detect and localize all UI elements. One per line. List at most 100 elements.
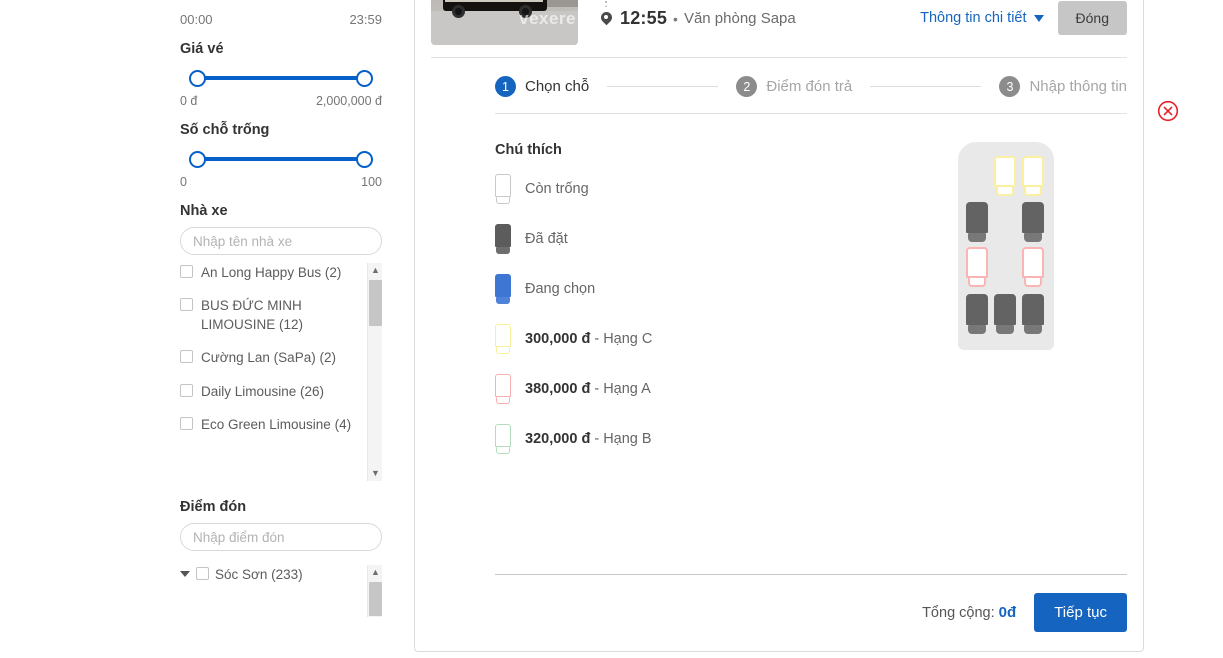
seats-slider-knob-max[interactable] — [356, 151, 373, 168]
seat-r2-c1 — [966, 202, 988, 242]
operator-label: BUS ĐỨC MINH LIMOUSINE (12) — [201, 298, 304, 333]
scrollbar-thumb[interactable] — [369, 582, 382, 616]
pickup-label: Sóc Sơn (233) — [215, 567, 303, 582]
seats-filter-title: Số chỗ trống — [180, 122, 270, 138]
seat-class-c-icon — [495, 324, 511, 354]
legend-label: - Hạng C — [594, 331, 653, 347]
operator-search-input[interactable] — [180, 227, 382, 255]
seats-slider-labels: 0 100 — [180, 175, 382, 189]
seat-r1-c3[interactable] — [1022, 156, 1044, 196]
watermark-text: vexere — [519, 9, 576, 28]
price-max-label: 2,000,000 đ — [315, 94, 382, 108]
scroll-down-icon[interactable]: ▼ — [368, 466, 383, 481]
seat-r3-c1[interactable] — [966, 247, 988, 287]
step-1[interactable]: 1 Chọn chỗ — [495, 76, 589, 97]
legend-item-available: Còn trống — [495, 174, 885, 204]
destination-pin-icon — [598, 12, 614, 26]
legend-price: 380,000 đ — [525, 381, 591, 397]
trip-booking-card: vexere 07:00 • Văn phòng Hà Nội 5h55m 12… — [414, 0, 1179, 652]
operator-label: Eco Green Limousine (4) — [201, 416, 352, 432]
price-slider-track — [194, 76, 368, 80]
list-item[interactable]: Eco Green Limousine (4) — [180, 415, 360, 434]
checkbox-icon[interactable] — [180, 383, 193, 397]
bus-seat-layout — [958, 142, 1054, 350]
list-item[interactable]: Sóc Sơn (233) — [180, 565, 360, 584]
list-item[interactable]: Daily Limousine (26) — [180, 382, 360, 401]
seat-r4-c2 — [994, 294, 1016, 334]
route-dots-icon — [598, 0, 614, 8]
price-slider[interactable] — [180, 65, 382, 91]
price-slider-labels: 0 đ 2,000,000 đ — [180, 94, 382, 108]
booking-footer: Tổng cộng: 0đ Tiếp tục — [922, 593, 1127, 632]
close-button[interactable]: Đóng — [1057, 1, 1127, 35]
bus-wheel-front — [452, 5, 465, 18]
chevron-down-icon[interactable] — [180, 571, 190, 577]
step-3-label: Nhập thông tin — [1029, 78, 1128, 95]
step-3-number: 3 — [999, 76, 1021, 97]
checkbox-icon[interactable] — [180, 350, 193, 364]
total-value: 0đ — [998, 604, 1017, 621]
pickup-list-scroll: Sóc Sơn (233) — [180, 565, 382, 617]
total-price: Tổng cộng: 0đ — [922, 604, 1016, 621]
trip-route: 07:00 • Văn phòng Hà Nội 5h55m 12:55 • V… — [594, 0, 901, 45]
seat-selection-body: Chú thích Còn trống Đã đặt Đang chọn 300… — [415, 114, 1143, 474]
scrollbar-thumb[interactable] — [369, 280, 382, 326]
seats-slider-track — [194, 157, 368, 161]
seat-class-a-icon — [495, 374, 511, 404]
operator-list-scrollbar[interactable]: ▲ ▼ — [367, 263, 382, 481]
seat-r1-c2[interactable] — [994, 156, 1016, 196]
trip-detail-toggle[interactable]: Thông tin chi tiết — [920, 10, 1044, 26]
list-item[interactable]: BUS ĐỨC MINH LIMOUSINE (12) — [180, 296, 360, 334]
arrival-place: Văn phòng Sapa — [683, 10, 796, 27]
time-range-labels: 00:00 23:59 — [180, 0, 382, 27]
list-item[interactable]: Cường Lan (SaPa) (2) — [180, 348, 360, 367]
step-3[interactable]: 3 Nhập thông tin — [999, 76, 1127, 97]
seat-r2-c3 — [1022, 202, 1044, 242]
legend-item-booked: Đã đặt — [495, 224, 885, 254]
checkbox-icon[interactable] — [180, 265, 193, 278]
checkbox-icon[interactable] — [180, 416, 193, 430]
price-slider-knob-min[interactable] — [189, 70, 206, 87]
step-1-number: 1 — [495, 76, 516, 97]
scroll-up-icon[interactable]: ▲ — [368, 565, 383, 580]
checkbox-icon[interactable] — [180, 298, 193, 312]
step-2-label: Điểm đón trả — [766, 78, 853, 95]
legend-price: 320,000 đ — [525, 431, 591, 447]
pickup-list-scrollbar[interactable]: ▲ — [367, 565, 382, 617]
operator-label: An Long Happy Bus (2) — [201, 265, 342, 280]
step-2-number: 2 — [736, 76, 758, 97]
trip-header-actions: 4 chỗ trống Thông tin chi tiết Đóng — [917, 0, 1127, 45]
seats-slider-knob-min[interactable] — [189, 151, 206, 168]
seat-r4-c3 — [1022, 294, 1044, 334]
trip-header: vexere 07:00 • Văn phòng Hà Nội 5h55m 12… — [415, 0, 1143, 57]
price-slider-knob-max[interactable] — [356, 70, 373, 87]
seat-legend: Chú thích Còn trống Đã đặt Đang chọn 300… — [495, 142, 885, 474]
seats-slider[interactable] — [180, 146, 382, 172]
operator-list-scroll: An Long Happy Bus (2) BUS ĐỨC MINH LIMOU… — [180, 263, 382, 481]
header-action-row: Thông tin chi tiết Đóng — [917, 1, 1127, 35]
legend-price: 300,000 đ — [525, 331, 591, 347]
list-item[interactable]: An Long Happy Bus (2) — [180, 263, 360, 282]
seat-r3-c3[interactable] — [1022, 247, 1044, 287]
seatmap-container — [885, 142, 1127, 474]
legend-label: Còn trống — [525, 181, 589, 197]
pickup-search-input[interactable] — [180, 523, 382, 551]
continue-button[interactable]: Tiếp tục — [1034, 593, 1127, 632]
time-start-label: 00:00 — [180, 12, 213, 27]
scroll-up-icon[interactable]: ▲ — [368, 263, 383, 278]
time-end-label: 23:59 — [349, 12, 382, 27]
arrival-time: 12:55 — [620, 8, 668, 28]
close-icon[interactable] — [1157, 100, 1179, 122]
price-min-label: 0 đ — [180, 94, 198, 108]
checkbox-icon[interactable] — [196, 567, 209, 580]
legend-item-class-c: 300,000 đ - Hạng C — [495, 324, 885, 354]
legend-class-a: 380,000 đ - Hạng A — [525, 381, 651, 397]
background-car — [543, 0, 578, 7]
step-1-label: Chọn chỗ — [525, 78, 590, 95]
seat-class-b-icon — [495, 424, 511, 454]
legend-label: - Hạng B — [594, 431, 652, 447]
seat-available-icon — [495, 174, 511, 204]
trip-duration: 5h55m — [620, 0, 662, 2]
step-2[interactable]: 2 Điểm đón trả — [736, 76, 852, 97]
seat-r4-c1 — [966, 294, 988, 334]
